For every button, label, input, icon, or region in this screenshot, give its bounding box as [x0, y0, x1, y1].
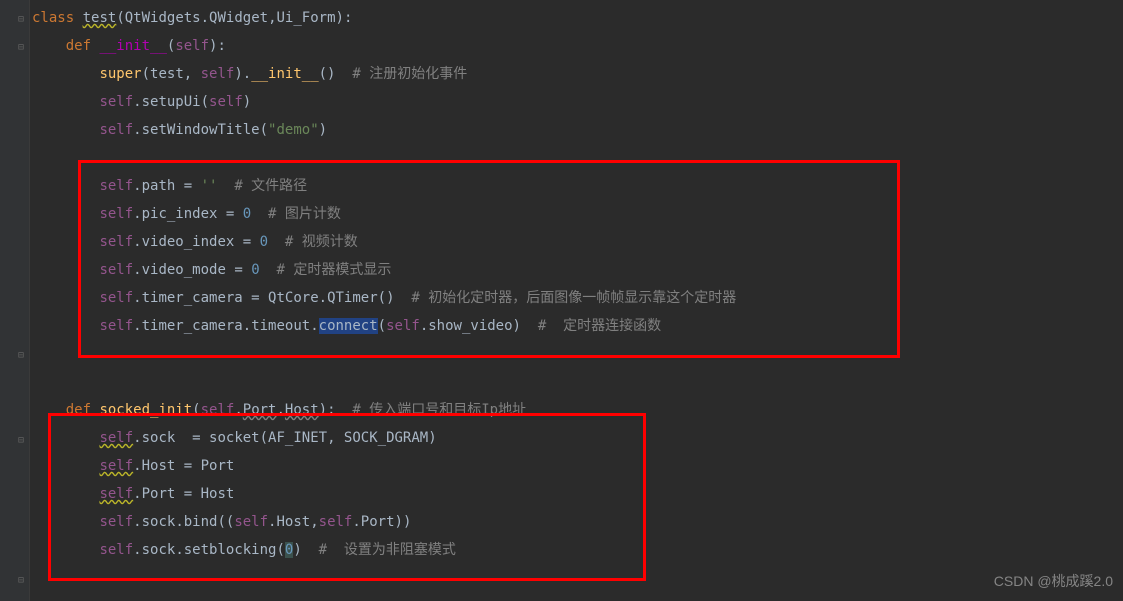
- fold-icon[interactable]: ⊟: [18, 567, 24, 595]
- fold-icon[interactable]: ⊟: [18, 6, 24, 34]
- code-line: [32, 368, 736, 396]
- code-editor[interactable]: class test(QtWidgets.QWidget,Ui_Form): d…: [30, 0, 736, 564]
- code-line: self.setWindowTitle("demo"): [32, 116, 736, 144]
- code-line: self.sock = socket(AF_INET, SOCK_DGRAM): [32, 424, 736, 452]
- code-line: [32, 340, 736, 368]
- fold-icon[interactable]: ⊟: [18, 34, 24, 62]
- code-line: self.pic_index = 0 # 图片计数: [32, 200, 736, 228]
- code-line: class test(QtWidgets.QWidget,Ui_Form):: [32, 4, 736, 32]
- code-line: self.timer_camera.timeout.connect(self.s…: [32, 312, 736, 340]
- code-line: self.video_mode = 0 # 定时器模式显示: [32, 256, 736, 284]
- fold-icon[interactable]: ⊟: [18, 427, 24, 455]
- code-line: self.sock.bind((self.Host,self.Port)): [32, 508, 736, 536]
- gutter: ⊟ ⊟ ⊟ ⊟ ⊟: [0, 0, 30, 601]
- code-line: self.setupUi(self): [32, 88, 736, 116]
- code-line: def socked_init(self,Port,Host): # 传入端口号…: [32, 396, 736, 424]
- code-line: self.path = '' # 文件路径: [32, 172, 736, 200]
- code-line: def __init__(self):: [32, 32, 736, 60]
- code-line: super(test, self).__init__() # 注册初始化事件: [32, 60, 736, 88]
- code-line: self.video_index = 0 # 视频计数: [32, 228, 736, 256]
- code-line: self.Host = Port: [32, 452, 736, 480]
- fold-icon[interactable]: ⊟: [18, 342, 24, 370]
- code-line: self.Port = Host: [32, 480, 736, 508]
- code-line: self.sock.setblocking(0) # 设置为非阻塞模式: [32, 536, 736, 564]
- watermark: CSDN @桃成蹊2.0: [994, 567, 1113, 595]
- code-line: self.timer_camera = QtCore.QTimer() # 初始…: [32, 284, 736, 312]
- code-line: [32, 144, 736, 172]
